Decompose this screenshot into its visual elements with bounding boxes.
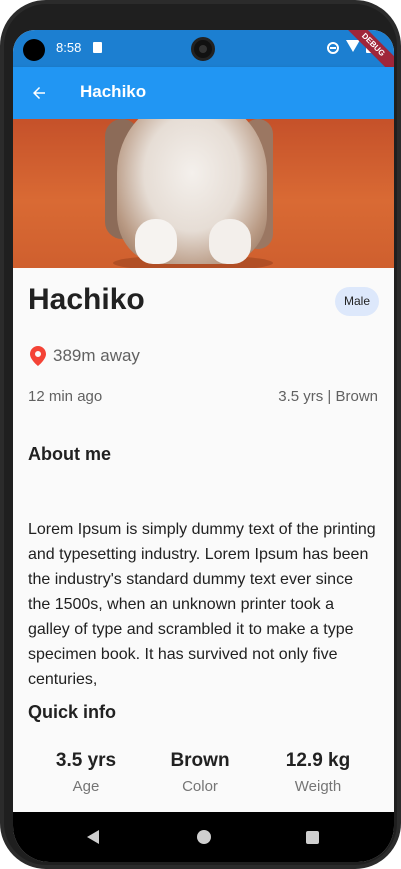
stat-label: Age: [72, 778, 100, 795]
gender-badge: Male: [335, 287, 379, 316]
back-button[interactable]: [23, 77, 55, 109]
phone-frame: 8:58 DEBUG Hachiko Hachiko Male 389m awa…: [0, 0, 401, 869]
stat-value: Brown: [170, 750, 230, 771]
stat-color: Brown Color: [145, 750, 255, 795]
about-heading: About me: [28, 444, 111, 464]
distance-text: 389m away: [53, 346, 140, 365]
nav-home-icon[interactable]: [197, 830, 211, 844]
stat-value: 12.9 kg: [285, 750, 351, 771]
sd-card-icon: [93, 42, 102, 53]
status-time: 8:58: [56, 40, 82, 55]
front-sensor: [23, 39, 45, 61]
location-pin-icon: [30, 346, 46, 366]
location-row: 389m away: [30, 345, 140, 367]
screen: 8:58 DEBUG Hachiko Hachiko Male 389m awa…: [13, 30, 394, 862]
about-description: Lorem Ipsum is simply dummy text of the …: [28, 521, 376, 688]
nav-back-icon[interactable]: [87, 830, 99, 844]
wifi-icon: [346, 40, 360, 52]
posted-time: 12 min ago: [28, 388, 103, 405]
camera-cutout: [191, 37, 215, 61]
status-bar: 8:58 DEBUG: [13, 30, 394, 81]
app-bar: Hachiko: [13, 67, 394, 119]
app-bar-title: Hachiko: [80, 82, 147, 101]
stat-weight: 12.9 kg Weigth: [263, 750, 373, 795]
pet-details: Hachiko Male 389m away 12 min ago 3.5 yr…: [13, 268, 394, 812]
stat-age: 3.5 yrs Age: [31, 750, 141, 795]
stat-label: Weigth: [294, 778, 342, 795]
stat-label: Color: [182, 778, 218, 795]
do-not-disturb-icon: [327, 42, 339, 54]
quick-info-heading: Quick info: [28, 702, 117, 722]
stat-value: 3.5 yrs: [55, 750, 117, 771]
age-color-summary: 3.5 yrs | Brown: [278, 388, 378, 405]
arrow-back-icon: [33, 87, 45, 99]
pet-photo: [13, 119, 394, 268]
pet-name: Hachiko: [28, 283, 145, 316]
nav-recents-icon[interactable]: [306, 831, 319, 844]
system-nav-bar: [13, 812, 394, 862]
